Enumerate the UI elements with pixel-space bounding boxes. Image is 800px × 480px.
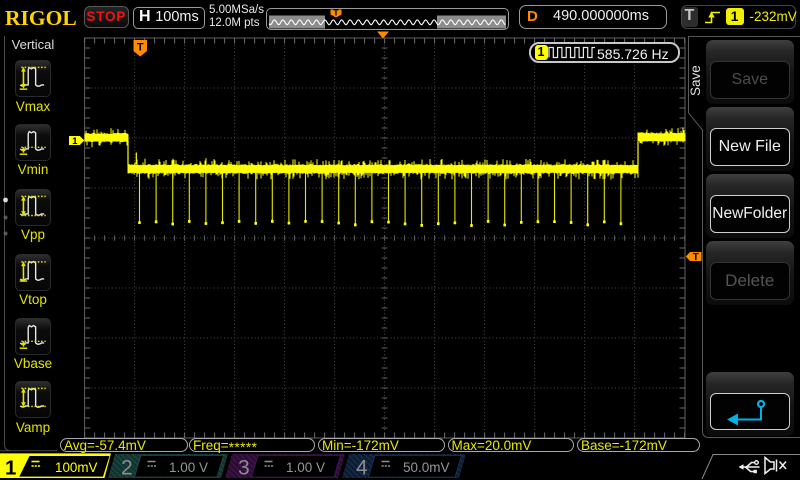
svg-text:3: 3: [238, 457, 250, 480]
svg-text:T: T: [693, 252, 699, 263]
svg-text:50.0mV: 50.0mV: [403, 460, 450, 475]
svg-text:1: 1: [5, 457, 16, 480]
svg-text:2: 2: [121, 457, 133, 480]
svg-text:1.00 V: 1.00 V: [169, 460, 208, 475]
svg-text:4: 4: [356, 457, 368, 480]
svg-text:1.00 V: 1.00 V: [286, 460, 325, 475]
svg-text:1: 1: [72, 136, 78, 147]
svg-text:100mV: 100mV: [55, 460, 97, 475]
